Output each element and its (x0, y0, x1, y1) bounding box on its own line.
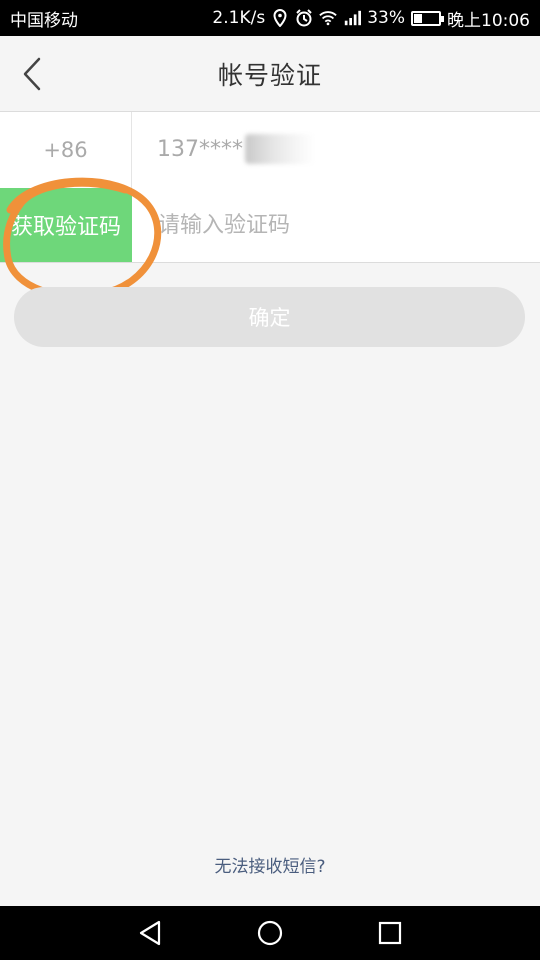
phone-number: 137**** (157, 134, 315, 164)
phone-redaction-blur (245, 134, 315, 164)
alarm-icon (295, 9, 313, 27)
back-triangle-icon (139, 920, 161, 946)
battery-percent: 33% (367, 8, 405, 28)
carrier-name: 中国移动 (10, 10, 78, 31)
nav-home-button[interactable] (256, 919, 284, 947)
verification-code-input[interactable] (158, 190, 518, 260)
recents-square-icon (378, 921, 402, 945)
clock: 晚上10:06 (447, 10, 530, 31)
get-code-button[interactable]: 获取验证码 (0, 188, 132, 262)
wifi-icon (319, 9, 337, 27)
country-code[interactable]: +86 (0, 112, 132, 188)
confirm-button[interactable]: 确定 (14, 287, 525, 347)
app-header: 帐号验证 (0, 36, 540, 112)
battery-icon (411, 10, 444, 26)
chevron-left-icon (23, 57, 41, 91)
page-title: 帐号验证 (217, 60, 322, 90)
system-nav-bar (0, 906, 540, 960)
signal-icon (343, 9, 362, 27)
phone-number-masked: 137**** (157, 136, 243, 162)
status-icons: 2.1K/s 33% 晚上10:06 (212, 6, 530, 31)
status-bar: 中国移动 2.1K/s 33% 晚上10:06 (0, 0, 540, 36)
location-icon (271, 9, 289, 27)
net-speed: 2.1K/s (212, 8, 266, 28)
home-circle-icon (257, 920, 283, 946)
nav-recents-button[interactable] (376, 919, 404, 947)
back-button[interactable] (14, 52, 50, 96)
battery-fill (414, 13, 422, 23)
cannot-receive-sms-link[interactable]: 无法接收短信? (0, 852, 540, 877)
nav-back-button[interactable] (136, 919, 164, 947)
